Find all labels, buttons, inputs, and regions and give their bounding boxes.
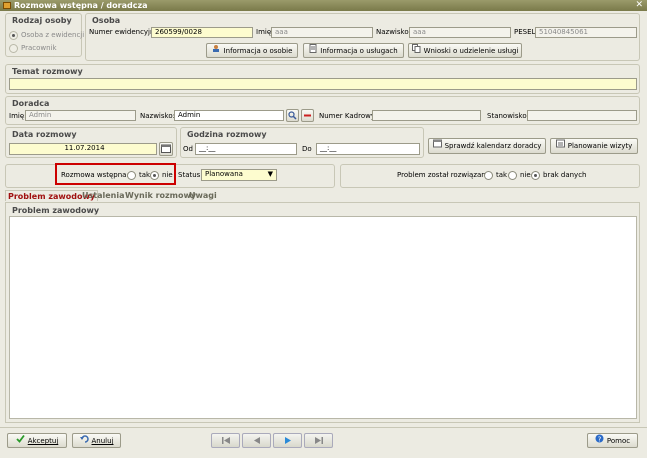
informacja-o-osobie-button[interactable]: Informacja o osobie — [206, 43, 298, 58]
godzina-rozmowy-title: Godzina rozmowy — [187, 130, 267, 139]
imie-field[interactable]: aaa — [271, 27, 373, 38]
od-label: Od — [183, 145, 193, 153]
first-icon — [222, 437, 230, 444]
tab-wynik-rozmowy[interactable]: Wynik rozmowy — [125, 190, 196, 201]
planning-icon — [555, 139, 565, 153]
radio-pracownik-label: Pracownik — [21, 44, 57, 52]
next-record-button[interactable] — [273, 433, 302, 448]
status-select[interactable]: Planowana ▼ — [201, 169, 277, 181]
rozmowa-wstepna-tak-radio[interactable] — [127, 171, 136, 180]
planowanie-wizyty-button[interactable]: Planowanie wizyty — [550, 138, 638, 154]
search-doradca-button[interactable] — [286, 109, 299, 122]
rozmowa-wstepna-nie-radio[interactable] — [150, 171, 159, 180]
anuluj-button[interactable]: Anuluj — [72, 433, 121, 448]
doradca-imie-label: Imię: — [9, 112, 27, 120]
status-label: Status: — [178, 171, 203, 179]
app-icon — [3, 2, 11, 9]
problem-tak-radio[interactable] — [484, 171, 493, 180]
radio-pracownik[interactable] — [9, 44, 18, 53]
osoba-title: Osoba — [92, 16, 121, 25]
first-record-button[interactable] — [211, 433, 240, 448]
stanowisko-label: Stanowisko: — [487, 112, 529, 120]
anuluj-label: Anuluj — [91, 437, 114, 445]
next-icon — [285, 437, 291, 444]
status-select-value: Planowana — [205, 170, 243, 178]
numer-ewidencyjny-label: Numer ewidencyjny — [89, 28, 159, 36]
previous-record-button[interactable] — [242, 433, 271, 448]
tab-ustalenia[interactable]: Ustalenia — [82, 190, 124, 201]
data-rozmowy-field[interactable]: 11.07.2014 — [9, 143, 157, 155]
window-title: Rozmowa wstępna / doradcza — [14, 1, 148, 10]
title-bar: Rozmowa wstępna / doradcza ✕ — [0, 0, 647, 11]
temat-rozmowy-title: Temat rozmowy — [12, 67, 83, 76]
data-rozmowy-title: Data rozmowy — [12, 130, 77, 139]
chevron-down-icon: ▼ — [267, 170, 273, 178]
problem-brak-danych-radio[interactable] — [531, 171, 540, 180]
rozmowa-wstepna-nie-label: nie — [162, 171, 173, 179]
temat-rozmowy-field[interactable] — [9, 78, 637, 90]
person-info-icon — [212, 44, 221, 58]
pomoc-label: Pomoc — [606, 437, 631, 445]
imie-label: Imię — [256, 28, 272, 36]
akceptuj-label: Akceptuj — [27, 437, 59, 445]
calendar-check-icon — [432, 139, 442, 153]
rodzaj-osoby-title: Rodzaj osoby — [12, 16, 72, 25]
document-icon — [309, 44, 317, 58]
rozmowa-wstepna-label: Rozmowa wstępna: — [61, 171, 129, 179]
pesel-field[interactable]: 51040845061 — [535, 27, 637, 38]
previous-icon — [254, 437, 260, 444]
informacja-o-osobie-label: Informacja o osobie — [223, 47, 293, 55]
help-icon: ? — [595, 434, 604, 448]
nr-kadrowy-field[interactable] — [372, 110, 481, 121]
nazwisko-field[interactable]: aaa — [409, 27, 511, 38]
clear-doradca-button[interactable] — [301, 109, 314, 122]
wnioski-label: Wnioski o udzielenie usługi — [423, 47, 519, 55]
calendar-icon — [161, 144, 171, 153]
numer-ewidencyjny-field[interactable]: 260599/0028 — [151, 27, 253, 38]
wnioski-button[interactable]: Wnioski o udzielenie usługi — [408, 43, 522, 58]
calendar-picker-button[interactable] — [159, 142, 173, 156]
akceptuj-button[interactable]: Akceptuj — [7, 433, 67, 448]
tab-uwagi[interactable]: Uwagi — [189, 190, 217, 201]
search-icon — [288, 111, 297, 120]
pesel-label: PESEL — [514, 28, 536, 36]
documents-icon — [411, 44, 421, 58]
doradca-imie-field[interactable]: Admin — [25, 110, 136, 121]
informacja-o-uslugach-button[interactable]: Informacja o usługach — [303, 43, 404, 58]
check-icon — [16, 434, 25, 448]
doradca-nazwisko-field[interactable]: Admin — [174, 110, 284, 121]
svg-text:?: ? — [598, 435, 602, 443]
od-field[interactable]: __:__ — [195, 143, 297, 155]
problem-brak-danych-label: brak danych — [543, 171, 587, 179]
do-label: Do — [302, 145, 312, 153]
sprawdz-kalendarz-button[interactable]: Sprawdź kalendarz doradcy — [428, 138, 546, 154]
problem-zawodowy-textarea[interactable] — [9, 216, 637, 419]
nazwisko-label: Nazwisko — [376, 28, 409, 36]
informacja-o-uslugach-label: Informacja o usługach — [320, 47, 398, 55]
rozmowa-wstepna-tak-label: tak — [139, 171, 151, 179]
problem-zawodowy-title: Problem zawodowy — [12, 206, 100, 215]
stanowisko-field[interactable] — [527, 110, 637, 121]
doradca-nazwisko-label: Nazwisko: — [140, 112, 175, 120]
problem-rozwiazany-label: Problem został rozwiązany: — [397, 171, 492, 179]
undo-icon — [79, 434, 89, 448]
last-icon — [315, 437, 323, 444]
problem-nie-label: nie — [520, 171, 531, 179]
do-field[interactable]: __:__ — [316, 143, 420, 155]
doradca-title: Doradca — [12, 99, 50, 108]
footer-separator — [0, 427, 647, 428]
problem-tak-label: tak — [496, 171, 508, 179]
nr-kadrowy-label: Numer Kadrowy: — [319, 112, 377, 120]
sprawdz-kalendarz-label: Sprawdź kalendarz doradcy — [444, 142, 542, 150]
last-record-button[interactable] — [304, 433, 333, 448]
close-icon[interactable]: ✕ — [635, 0, 643, 11]
radio-osoba-z-ewidencji-label: Osoba z ewidencji — [21, 31, 85, 39]
problem-nie-radio[interactable] — [508, 171, 517, 180]
radio-osoba-z-ewidencji[interactable] — [9, 31, 18, 40]
minus-icon — [304, 114, 311, 117]
pomoc-button[interactable]: ? Pomoc — [587, 433, 638, 448]
planowanie-wizyty-label: Planowanie wizyty — [567, 142, 633, 150]
